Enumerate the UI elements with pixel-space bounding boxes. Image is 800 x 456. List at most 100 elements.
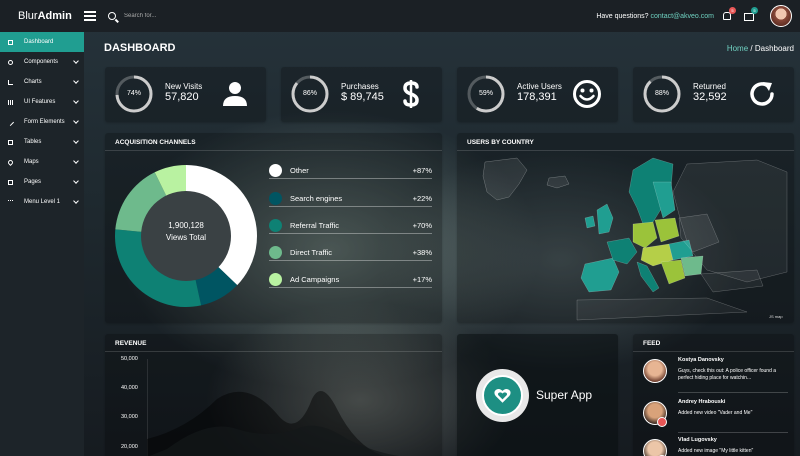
channel-color-dot — [269, 246, 282, 259]
feed-text: Guys, check this out: A police officer f… — [678, 368, 777, 381]
sidebar-item-menu-level-1[interactable]: Menu Level 1 — [0, 192, 84, 212]
chevron-down-icon — [73, 198, 79, 204]
feed-avatar — [643, 359, 667, 383]
channel-value: +22% — [412, 194, 432, 203]
channel-value: +87% — [412, 166, 432, 175]
sidebar-item-maps[interactable]: Maps — [0, 152, 84, 172]
main-content: DASHBOARD Home / Dashboard 74% New Visit… — [84, 32, 800, 456]
stat-percent: 86% — [302, 90, 317, 97]
search-input[interactable] — [124, 13, 244, 19]
feed-item[interactable]: Vlad Lugovsky Added new image "My little… — [643, 435, 789, 456]
stat-value: 178,391 — [517, 91, 557, 103]
feed-author: Vlad Lugovsky — [678, 437, 717, 443]
heart-icon — [494, 388, 511, 403]
stat-label: Active Users — [517, 82, 562, 91]
revenue-area-chart — [147, 359, 400, 456]
channel-color-dot — [269, 219, 282, 232]
feed-divider — [678, 432, 788, 433]
refresh-icon — [750, 82, 774, 106]
search-icon — [108, 12, 116, 20]
person-icon — [223, 82, 247, 106]
notifications-badge: 5 — [729, 7, 736, 14]
revenue-panel: REVENUE 50,000 40,000 30,000 20,000 — [105, 334, 442, 456]
chevron-down-icon — [73, 58, 79, 64]
home-icon — [8, 39, 13, 45]
contact-email-link[interactable]: contact@akveo.com — [650, 13, 714, 20]
channel-color-dot — [269, 164, 282, 177]
feed-item[interactable]: Andrey Hrabouski Added new video "Vader … — [643, 397, 789, 431]
y-tick-label: 40,000 — [121, 385, 138, 391]
app-logo[interactable]: BlurAdmin — [0, 10, 84, 22]
stat-value: 32,592 — [693, 91, 727, 103]
chevron-down-icon — [73, 118, 79, 124]
channel-value: +70% — [412, 221, 432, 230]
breadcrumb-home-link[interactable]: Home — [727, 44, 748, 53]
sidebar: Dashboard Components Charts UI Features … — [0, 32, 84, 456]
feed-panel: FEED Kostya Danovsky Guys, check this ou… — [633, 334, 794, 456]
grid-icon — [8, 99, 13, 105]
contact-text: Have questions? contact@akveo.com — [596, 12, 714, 20]
panel-title: FEED — [633, 334, 794, 352]
app-badge-inner — [482, 375, 523, 416]
stat-percent: 74% — [126, 90, 141, 97]
bell-icon[interactable]: 5 — [722, 7, 736, 21]
channel-row: Search engines +22% — [269, 191, 432, 207]
y-tick-label: 50,000 — [121, 356, 138, 362]
donut-center-value: 1,900,128 — [168, 221, 204, 230]
top-right-controls: Have questions? contact@akveo.com 5 5 — [596, 0, 800, 32]
chevron-down-icon — [73, 78, 79, 84]
feed-divider — [678, 392, 788, 393]
channel-row: Referral Traffic +70% — [269, 218, 432, 234]
channel-color-dot — [269, 273, 282, 286]
hamburger-menu-icon[interactable] — [84, 11, 96, 21]
europe-map[interactable]: JS map — [457, 152, 794, 322]
channel-color-dot — [269, 192, 282, 205]
sidebar-item-dashboard[interactable]: Dashboard — [0, 32, 84, 52]
smile-icon — [573, 80, 601, 108]
channel-row: Other +87% — [269, 163, 432, 179]
channel-name: Ad Campaigns — [290, 275, 340, 284]
sidebar-item-tables[interactable]: Tables — [0, 132, 84, 152]
channel-name: Direct Traffic — [290, 248, 332, 257]
stat-card-active-users: 59% Active Users 178,391 — [457, 67, 618, 122]
sidebar-item-ui-features[interactable]: UI Features — [0, 92, 84, 112]
sidebar-item-charts[interactable]: Charts — [0, 72, 84, 92]
breadcrumb: Home / Dashboard — [726, 44, 794, 53]
chevron-down-icon — [73, 158, 79, 164]
stat-label: Returned — [693, 82, 726, 91]
feed-author: Kostya Danovsky — [678, 357, 724, 363]
feed-text: Added new video "Vader and Me" — [678, 410, 753, 416]
app-badge — [476, 369, 529, 422]
y-tick-label: 20,000 — [121, 444, 138, 450]
channel-value: +38% — [412, 248, 432, 257]
dollar-icon — [403, 80, 419, 108]
map-pin-icon — [6, 158, 15, 166]
messages-badge: 5 — [751, 7, 758, 14]
video-badge-icon — [657, 417, 667, 427]
chevron-down-icon — [73, 178, 79, 184]
mail-icon[interactable]: 5 — [744, 7, 758, 21]
stat-value: 57,820 — [165, 91, 199, 103]
stat-label: Purchases — [341, 82, 379, 91]
feed-text: Added new image "My little kitten" — [678, 448, 754, 454]
search-bar — [108, 12, 244, 20]
table-icon — [8, 139, 13, 145]
donut-center-label: Views Total — [165, 233, 207, 242]
stat-percent: 88% — [654, 90, 669, 97]
user-avatar[interactable] — [770, 5, 792, 27]
stat-card-new-visits: 74% New Visits 57,820 — [105, 67, 266, 122]
chart-icon — [8, 79, 13, 85]
channel-name: Other — [290, 166, 309, 175]
sidebar-item-form-elements[interactable]: Form Elements — [0, 112, 84, 132]
pencil-icon — [6, 118, 15, 126]
panel-title: REVENUE — [105, 334, 442, 352]
sidebar-item-pages[interactable]: Pages — [0, 172, 84, 192]
super-app-panel[interactable]: Super App — [457, 334, 618, 456]
stat-percent: 59% — [478, 90, 493, 97]
sidebar-item-components[interactable]: Components — [0, 52, 84, 72]
feed-author: Andrey Hrabouski — [678, 399, 726, 405]
feed-item[interactable]: Kostya Danovsky Guys, check this out: A … — [643, 355, 789, 389]
channel-value: +17% — [412, 275, 432, 284]
stat-card-returned: 88% Returned 32,592 — [633, 67, 794, 122]
acquisition-channels-panel: ACQUISITION CHANNELS 1,900,128 Views Tot… — [105, 133, 442, 323]
